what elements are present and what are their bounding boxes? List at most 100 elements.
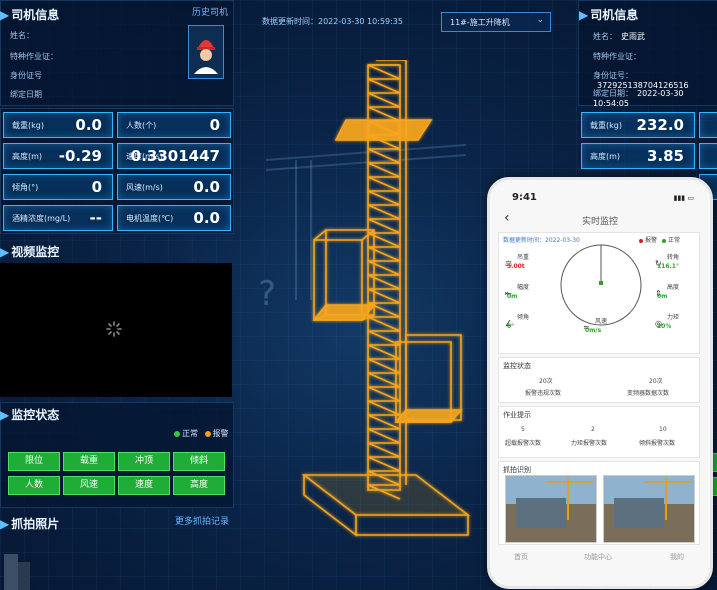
phone-reading: ⇕ 高度 0m <box>655 281 699 307</box>
device-select-value: 11#-施工升降机 <box>450 18 510 27</box>
phone-title: 实时监控 <box>581 217 618 227</box>
right-driver-cert: 特种作业证： <box>593 52 641 61</box>
left-driver-name-label: 姓名： <box>10 31 34 40</box>
right-driver-name: 姓名： 史雨武 <box>593 32 645 41</box>
right-metric-height: 高度(m) 3.85 <box>581 143 695 169</box>
section-arrow-icon: ▶ <box>0 8 10 22</box>
reading-value: 0° <box>507 323 515 330</box>
metric-box: 载重(kg) 0.0 <box>3 112 113 138</box>
mast-brace <box>367 316 401 332</box>
phone-readings-card: 数据更新时间：2022-03-30 报警 正常 ⚖ 吊重 5.00t ↻ 转角 116.1… <box>498 232 700 354</box>
status-button[interactable]: 载重 <box>63 452 115 471</box>
right-driver-id: 身份证号：372925138704126516 <box>593 71 689 90</box>
mast-brace <box>367 232 401 248</box>
phone-nav-home[interactable]: 首页 <box>514 552 528 562</box>
device-select[interactable]: 11#-施工升降机 ⌄ <box>441 12 551 32</box>
construction-photo-icon <box>506 476 596 542</box>
driver-avatar <box>188 25 224 79</box>
metric-value: 0 <box>91 178 102 196</box>
history-driver-link[interactable]: 历史司机 <box>192 5 228 18</box>
phone-reading: ⚖ 吊重 5.00t <box>505 251 549 277</box>
update-time-label: 数据更新时间：2022-03-30 10:59:35 <box>262 17 403 26</box>
section-arrow-icon: ▶ <box>0 517 10 531</box>
phone-status-time: 9:41 <box>512 192 537 203</box>
normal-dot-icon <box>661 238 666 243</box>
mast-brace <box>367 204 401 220</box>
phone-work-value-0: 5 <box>521 426 525 433</box>
status-button[interactable]: 人数 <box>8 476 60 495</box>
left-driver-bind-date-label: 绑定日期 <box>10 90 42 99</box>
phone-monitor-card: 监控状态 20次 报警违规次数 20次 变频器数据次数 <box>498 357 700 403</box>
phone-work-card: 作业提示 5 超载报警次数 2 力矩报警次数 10 倾斜报警次数 <box>498 406 700 458</box>
phone-work-title: 作业提示 <box>503 411 531 419</box>
capture-thumbnail[interactable] <box>505 475 597 543</box>
metric-box: 电机温度(℃) 0.0 <box>117 205 231 231</box>
left-driver-title: ▶ 司机信息 <box>0 8 60 22</box>
capture-thumbnail[interactable] <box>603 475 695 543</box>
mast-brace <box>367 92 401 108</box>
metric-value: 0.0 <box>193 209 220 227</box>
phone-nav-mine[interactable]: 我的 <box>670 552 684 562</box>
metric-label: 电机温度(℃) <box>126 214 174 223</box>
right-metric-partial <box>699 112 717 138</box>
reading-label: 高度 <box>667 284 680 291</box>
mast-brace <box>367 162 401 178</box>
svg-text:?: ? <box>258 274 276 310</box>
phone-nav-functions[interactable]: 功能中心 <box>584 552 612 562</box>
phone-work-value-1: 2 <box>591 426 595 433</box>
reading-value: 0m <box>507 293 518 300</box>
metric-box: 酒精浓度(mg/L) -- <box>3 205 113 231</box>
phone-monitor-title: 监控状态 <box>503 362 531 370</box>
phone-reading: ∠ 倾角 0° <box>505 311 549 337</box>
mast-brace <box>367 246 401 262</box>
phone-work-label-0: 超载报警次数 <box>505 440 542 447</box>
phone-monitor-value-0: 20次 <box>539 378 553 385</box>
chevron-down-icon: ⌄ <box>536 15 544 25</box>
more-capture-link[interactable]: 更多抓拍记录 <box>175 514 229 527</box>
status-button[interactable]: 风速 <box>63 476 115 495</box>
right-metric-partial <box>699 143 717 169</box>
construction-photo-icon <box>604 476 694 542</box>
mast-brace <box>367 456 401 472</box>
reading-value: 0m <box>657 293 668 300</box>
status-button[interactable]: 高度 <box>173 476 225 495</box>
reading-value: 20% <box>657 323 672 330</box>
phone-monitor-value-1: 20次 <box>649 378 663 385</box>
monitor-title: ▶ 监控状态 <box>0 408 60 422</box>
phone-monitor-label-0: 报警违规次数 <box>525 390 562 397</box>
metric-label: 高度(m) <box>590 152 621 161</box>
mast-brace <box>367 442 401 458</box>
phone-work-value-2: 10 <box>659 426 667 433</box>
status-button[interactable]: 冲顶 <box>118 452 170 471</box>
reading-label: 倾角 <box>517 314 530 321</box>
video-player[interactable] <box>0 263 232 397</box>
metric-value: 0 <box>209 116 220 134</box>
status-button[interactable]: 限位 <box>8 452 60 471</box>
capture-placeholder-icon <box>4 554 30 590</box>
loading-spinner-icon <box>106 321 122 337</box>
right-driver-bind-date: 绑定日期： 2022-03-30 10:54:05 <box>593 89 684 108</box>
video-title: ▶ 视频监控 <box>0 245 60 259</box>
mast-brace <box>367 260 401 276</box>
phone-reading: ≈ 风速 0m/s <box>583 315 627 341</box>
metric-label: 载重(kg) <box>590 121 622 130</box>
metric-box: 高度(m) -0.29 <box>3 143 113 169</box>
metric-value: 0.0 <box>193 178 220 196</box>
mast-brace <box>367 190 401 206</box>
metric-value: 0.0 <box>75 116 102 134</box>
reading-label: 力矩 <box>667 314 680 321</box>
status-button[interactable]: 倾斜 <box>173 452 225 471</box>
mast-brace <box>367 106 401 122</box>
status-button[interactable]: 速度 <box>118 476 170 495</box>
phone-mockup: 9:41 ▮▮▮ ▭ ‹ 实时监控 数据更新时间：2022-03-30 报警 正… <box>487 177 713 589</box>
section-arrow-icon: ▶ <box>0 408 10 422</box>
mast-brace <box>367 148 401 164</box>
phone-monitor-label-1: 变频器数据次数 <box>627 390 670 397</box>
reading-value: 0m/s <box>585 327 602 334</box>
metric-value: -- <box>89 209 102 227</box>
phone-reading: ⇤ 幅度 0m <box>505 281 549 307</box>
reading-value: 5.00t <box>507 263 525 270</box>
metric-label: 高度(m) <box>12 152 43 161</box>
phone-reading: ↻ 转角 116.1° <box>655 251 699 277</box>
metric-box: 人数(个) 0 <box>117 112 231 138</box>
